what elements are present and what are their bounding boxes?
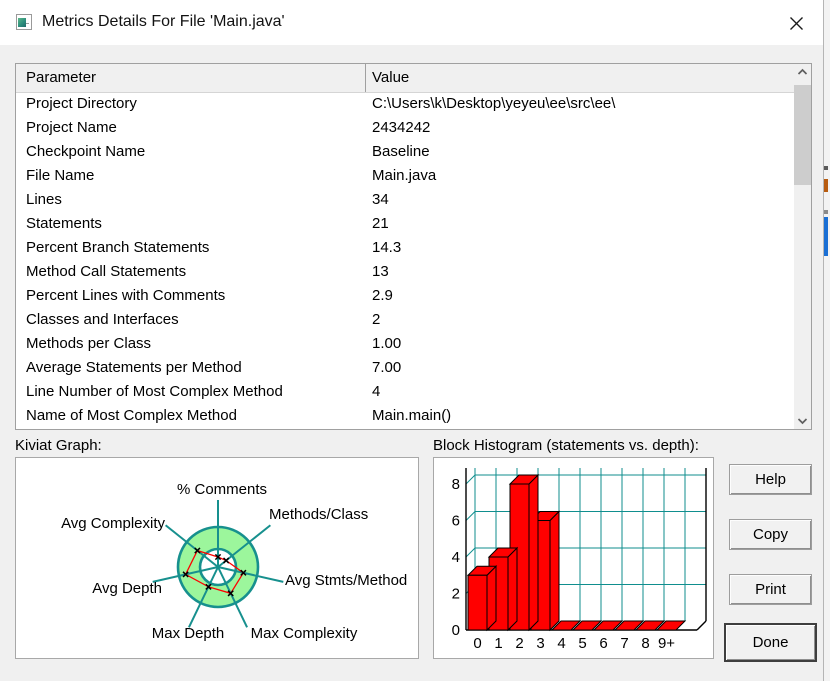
table-row[interactable]: Project Directory C:\Users\k\Desktop\yeye… [16, 92, 794, 116]
parameter-cell: Percent Branch Statements [26, 239, 210, 256]
kiviat-axis-label-methods-class: Methods/Class [269, 506, 369, 523]
svg-text:1: 1 [494, 635, 502, 652]
kiviat-axis-label-avg-stmts-method: Avg Stmts/Method [285, 572, 408, 589]
value-cell: C:\Users\k\Desktop\yeyeu\ee\src\ee\ [372, 95, 616, 112]
parameter-cell: Classes and Interfaces [26, 311, 179, 328]
parameter-cell: Average Statements per Method [26, 359, 242, 376]
scrollbar-thumb[interactable] [794, 85, 811, 185]
parameter-cell: Line Number of Most Complex Method [26, 383, 283, 400]
table-row[interactable]: Statements 21 [16, 212, 794, 236]
value-cell: 2 [372, 311, 381, 328]
close-icon[interactable] [781, 8, 811, 38]
svg-text:9+: 9+ [658, 635, 675, 652]
svg-text:6: 6 [599, 635, 607, 652]
scroll-down-icon[interactable] [794, 412, 811, 429]
table-row[interactable]: Average Statements per Method 7.00 [16, 356, 794, 380]
parameter-cell: Method Call Statements [26, 263, 187, 280]
value-cell: 4 [372, 383, 381, 400]
svg-text:8: 8 [641, 635, 649, 652]
parameter-cell: Methods per Class [26, 335, 152, 352]
parameter-cell: Statements [26, 215, 102, 232]
done-button[interactable]: Done [725, 624, 816, 661]
svg-text:2: 2 [515, 635, 523, 652]
value-cell: 34 [372, 191, 389, 208]
svg-text:4: 4 [452, 549, 460, 566]
kiviat-axis-label-percent-comments: % Comments [176, 481, 268, 498]
value-cell: 2434242 [372, 119, 431, 136]
table-row[interactable]: Method Call Statements 13 [16, 260, 794, 284]
table-row[interactable]: Percent Branch Statements 14.3 [16, 236, 794, 260]
svg-text:4: 4 [557, 635, 565, 652]
window-title: Metrics Details For File 'Main.java' [42, 13, 285, 30]
table-row[interactable]: Classes and Interfaces 2 [16, 308, 794, 332]
svg-text:8: 8 [452, 476, 460, 493]
copy-button[interactable]: Copy [729, 519, 812, 550]
table-row[interactable]: File Name Main.java [16, 164, 794, 188]
parameter-cell: Name of Most Complex Method [26, 407, 237, 424]
title-bar[interactable]: Metrics Details For File 'Main.java' [0, 0, 823, 45]
kiviat-axis-label-avg-depth: Avg Depth [92, 580, 162, 597]
value-cell: 1.00 [372, 335, 402, 352]
value-cell: Main.java [372, 167, 437, 184]
vertical-scrollbar[interactable] [794, 64, 811, 429]
table-row[interactable]: Checkpoint Name Baseline [16, 140, 794, 164]
value-cell: 14.3 [372, 239, 402, 256]
svg-text:3: 3 [536, 635, 544, 652]
parameter-cell: Percent Lines with Comments [26, 287, 226, 304]
parameter-cell: Project Name [26, 119, 117, 136]
svg-text:5: 5 [578, 635, 586, 652]
value-cell: Baseline [372, 143, 430, 160]
background-fragment [824, 210, 828, 214]
kiviat-axis-label-avg-complexity: Avg Complexity [61, 515, 165, 532]
table-body: Project Directory C:\Users\k\Desktop\yeye… [16, 92, 794, 429]
svg-text:6: 6 [452, 513, 460, 530]
background-fragment [824, 179, 828, 192]
parameter-cell: Lines [26, 191, 62, 208]
column-header-value[interactable]: Value [366, 64, 794, 92]
background-window-sliver [824, 0, 830, 681]
kiviat-axis-label-max-complexity: Max Complexity [250, 625, 358, 642]
scroll-up-icon[interactable] [794, 64, 811, 81]
kiviat-chart: % Comments Methods/Class Avg Stmts/Metho… [15, 457, 419, 659]
table-row[interactable]: Line Number of Most Complex Method 4 [16, 380, 794, 404]
kiviat-graph-label: Kiviat Graph: [15, 437, 102, 454]
help-button[interactable]: Help [729, 464, 812, 495]
table-row[interactable]: Name of Most Complex Method Main.main() [16, 404, 794, 428]
app-icon [16, 14, 32, 30]
background-fragment [824, 217, 828, 256]
metrics-details-dialog: Metrics Details For File 'Main.java' Par… [0, 0, 824, 681]
table-row[interactable]: Percent Lines with Comments 2.9 [16, 284, 794, 308]
table-row[interactable]: Lines 34 [16, 188, 794, 212]
value-cell: 2.9 [372, 287, 393, 304]
background-fragment [824, 166, 828, 170]
block-histogram-chart: 0 2 4 6 8 0 1 2 3 4 5 6 7 8 9+ [433, 457, 714, 659]
kiviat-axis-label-max-depth: Max Depth [151, 625, 225, 642]
svg-text:0: 0 [452, 622, 460, 639]
value-cell: 7.00 [372, 359, 402, 376]
svg-text:2: 2 [452, 586, 460, 603]
value-cell: Main.main() [372, 407, 452, 424]
metrics-table: Parameter Value Project Directory C:\User… [15, 63, 812, 430]
parameter-cell: File Name [26, 167, 95, 184]
column-header-parameter[interactable]: Parameter [16, 64, 366, 92]
table-row[interactable]: Project Name 2434242 [16, 116, 794, 140]
table-row[interactable]: Methods per Class 1.00 [16, 332, 794, 356]
print-button[interactable]: Print [729, 574, 812, 605]
table-header: Parameter Value [16, 64, 794, 93]
value-cell: 13 [372, 263, 389, 280]
parameter-cell: Checkpoint Name [26, 143, 146, 160]
svg-text:0: 0 [473, 635, 481, 652]
value-cell: 21 [372, 215, 389, 232]
svg-text:7: 7 [620, 635, 628, 652]
parameter-cell: Project Directory [26, 95, 137, 112]
block-histogram-label: Block Histogram (statements vs. depth): [433, 437, 699, 454]
